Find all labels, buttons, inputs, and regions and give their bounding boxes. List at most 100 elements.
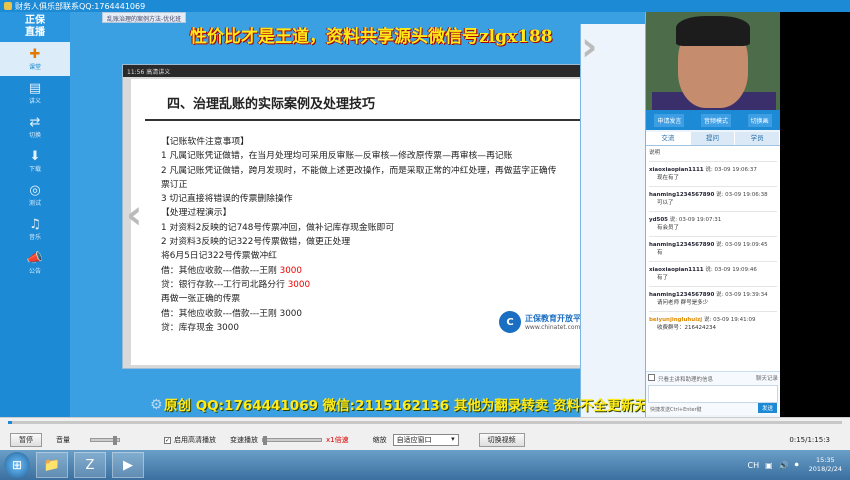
- headset-icon: ◎: [29, 182, 41, 198]
- hd-checkbox[interactable]: ✓ 启用高清播放: [164, 435, 216, 445]
- chat-message: beiyunjingluhuizj 说: 03-09 19:41:09 收费群号：…: [649, 317, 756, 331]
- nav-item-music[interactable]: ♫ 音乐: [0, 212, 70, 246]
- zoom-select[interactable]: 自适应窗口 ▾: [392, 434, 459, 446]
- live-app-icon[interactable]: Z: [74, 452, 106, 478]
- start-button[interactable]: ⊞: [4, 452, 30, 478]
- player-controls: 暂停 音量 ✓ 启用高清播放 变速播放 x1倍速 缩放 自适应窗口 ▾ 切换视频 0…: [0, 417, 850, 450]
- slide-line: 1 对资料2反映的记748号传票冲回，做补记库存现金账即可: [161, 222, 395, 233]
- chat-header: 说明: [649, 150, 661, 156]
- zoom-label: 缩放: [372, 436, 387, 444]
- speed-slider[interactable]: [262, 436, 322, 445]
- chat-message: xiaoxiaopian1111 说: 03-09 19:06:37 现在有了: [649, 167, 757, 181]
- window-title: 财务人俱乐部联系QQ:1764441069: [15, 1, 146, 11]
- nav-item-download[interactable]: ⬇ 下载: [0, 144, 70, 178]
- playback-progress[interactable]: [8, 421, 842, 424]
- left-nav: 正保 直播 ✚ 课堂 ▤ 讲义 ⇄ 切换 ⬇ 下载 ◎ 测试 ♫ 音乐 📣 公告: [0, 12, 70, 417]
- chat-message: hanming1234567890 说: 03-09 19:06:38 可以了: [649, 192, 768, 206]
- platform-logo-icon: C: [499, 311, 521, 333]
- media-app-icon[interactable]: ▶: [112, 452, 144, 478]
- camera-controls: 申请发言 音频模式 切换画: [646, 110, 780, 130]
- clock-date: 2018/2/24: [808, 465, 842, 473]
- prev-slide-chevron-icon[interactable]: ‹: [126, 192, 142, 238]
- handout-icon: ▤: [28, 80, 42, 96]
- nav-label: 音乐: [28, 233, 41, 241]
- send-hint: 快捷发送Ctrl+Enter键: [650, 407, 702, 413]
- volume-slider[interactable]: [90, 436, 120, 445]
- network-icon[interactable]: ▣: [765, 461, 773, 470]
- nav-item-switch[interactable]: ⇄ 切换: [0, 110, 70, 144]
- course-tab[interactable]: 乱账治理的案例方法-优化班: [102, 12, 187, 23]
- chat-message: hanming1234567890 说: 03-09 19:39:34 请问老师 …: [649, 292, 768, 306]
- slide-line: 【记账软件注意事项】: [161, 137, 249, 147]
- audio-mode-button[interactable]: 音频模式: [700, 113, 731, 127]
- right-panel: 申请发言 音频模式 切换画 交流 提问 学员 说明 xiaoxiaopian11…: [645, 12, 781, 417]
- chat-input[interactable]: [648, 385, 778, 403]
- chat-tabs: 交流 提问 学员: [646, 132, 781, 146]
- volume-icon[interactable]: 🔊: [779, 461, 789, 470]
- explorer-app-icon[interactable]: 📁: [36, 452, 68, 478]
- switch-video-button[interactable]: 切换视频: [478, 433, 525, 447]
- nav-label: 测试: [28, 199, 41, 207]
- nav-item-notice[interactable]: 📣 公告: [0, 246, 70, 280]
- next-slide-chevron-icon[interactable]: ›: [580, 24, 645, 417]
- system-tray: CH ▣ 🔊 ⏺ 15:35 2018/2/24: [748, 456, 842, 474]
- window-titlebar: 财务人俱乐部联系QQ:1764441069: [0, 0, 850, 12]
- tab-students[interactable]: 学员: [735, 132, 781, 145]
- nav-label: 切换: [28, 131, 41, 139]
- platform-logo: C 正保教育开放平台 www.chinatet.com: [499, 311, 589, 333]
- main-video-area: 乱账治理的案例方法-优化班 性价比才是王道，资料共享源头微信号zlgx188 1…: [70, 12, 645, 417]
- player-header: 11:56 高清讲义: [123, 65, 611, 77]
- only-teacher-checkbox[interactable]: 只看主讲和助理的信息: [648, 374, 713, 383]
- handout-player: 11:56 高清讲义 ⤢ 四、治理乱账的实际案例及处理技巧 【记账软件注意事项】…: [122, 64, 612, 369]
- chat-message: yd505 说: 03-09 19:07:31 有会员了: [649, 217, 722, 231]
- slide-title: 四、治理乱账的实际案例及处理技巧: [167, 97, 376, 112]
- nav-item-handout[interactable]: ▤ 讲义: [0, 76, 70, 110]
- top-banner: 性价比才是王道，资料共享源头微信号zlgx188: [190, 27, 553, 47]
- slide-line: 【处理过程演示】: [161, 208, 232, 219]
- chevron-down-icon: ▾: [451, 435, 455, 443]
- chat-message: xiaoxiaopian1111 说: 03-09 19:09:46 有了: [649, 267, 757, 281]
- lang-indicator[interactable]: CH: [748, 461, 760, 470]
- slide-divider: [145, 119, 585, 121]
- clock[interactable]: 15:35 2018/2/24: [809, 456, 842, 474]
- apply-speak-button[interactable]: 申请发言: [654, 113, 685, 127]
- nav-item-classroom[interactable]: ✚ 课堂: [0, 42, 70, 76]
- gear-icon[interactable]: ⚙: [150, 397, 163, 413]
- megaphone-icon: 📣: [26, 250, 44, 266]
- pause-button[interactable]: 暂停: [10, 433, 42, 447]
- classroom-icon: ✚: [29, 46, 41, 62]
- logo-line1: 正保: [25, 15, 45, 26]
- tab-chat[interactable]: 交流: [646, 132, 691, 145]
- live-logo: 正保 直播: [0, 12, 70, 42]
- speed-value: x1倍速: [326, 436, 349, 444]
- chat-history-link[interactable]: 聊天记录: [756, 374, 778, 383]
- nav-label: 公告: [28, 267, 41, 275]
- chat-message: hanming1234567890 说: 03-09 19:09:45 有: [649, 242, 768, 256]
- app-icon: [4, 2, 12, 10]
- send-button[interactable]: 发送: [757, 403, 777, 413]
- music-icon: ♫: [29, 216, 41, 232]
- tab-questions[interactable]: 提问: [690, 132, 736, 145]
- chat-input-area: 只看主讲和助理的信息 聊天记录 快捷发送Ctrl+Enter键 发送: [646, 371, 780, 415]
- slide: 四、治理乱账的实际案例及处理技巧 【记账软件注意事项】 1 凡属记账凭证做错，在…: [131, 79, 607, 365]
- nav-label: 讲义: [28, 97, 41, 105]
- nav-item-test[interactable]: ◎ 测试: [0, 178, 70, 212]
- nav-label: 课堂: [28, 63, 41, 71]
- chat-list[interactable]: 说明 xiaoxiaopian1111 说: 03-09 19:06:37 现在有…: [646, 146, 780, 371]
- slide-line: 再做一张正确的传票: [161, 294, 241, 305]
- slide-body: 【记账软件注意事项】 1 凡属记账凭证做错，在当月处理均可采用反审账—反审核—修…: [161, 135, 591, 335]
- switch-view-button[interactable]: 切换画: [747, 113, 772, 127]
- switch-icon: ⇄: [29, 114, 41, 130]
- slide-line: 贷：银行存款---工行司北路分行 3000: [161, 279, 311, 290]
- record-icon[interactable]: ⏺: [795, 460, 799, 470]
- volume-label: 音量: [56, 436, 70, 444]
- slide-line: 3 切记直接将错误的传票删除操作: [161, 194, 293, 205]
- taskbar: ⊞ 📁 Z ▶ CH ▣ 🔊 ⏺ 15:35 2018/2/24: [0, 450, 850, 480]
- bottom-banner: 原创 QQ:1764441069 微信:2115162136 其他为翻录转卖 资…: [164, 398, 645, 414]
- slide-line: 票订正: [161, 179, 188, 190]
- speed-label: 变速播放: [230, 436, 258, 444]
- nav-label: 下载: [28, 165, 41, 173]
- slide-line: 1 凡属记账凭证做错，在当月处理均可采用反审账—反审核—修改原传票—再审核—再记…: [161, 151, 513, 162]
- slide-line: 2 凡属记账凭证做错，跨月发现时，不能做上述更改操作，而是采取正常的冲红处理，再…: [161, 165, 557, 176]
- timecode: 0:15/1:15:3: [789, 436, 830, 444]
